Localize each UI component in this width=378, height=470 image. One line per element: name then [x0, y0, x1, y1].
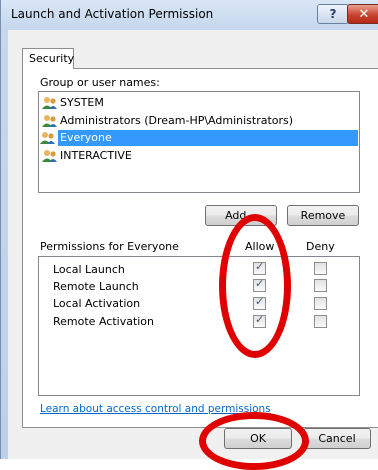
close-button[interactable]: ✕ [347, 4, 378, 24]
list-item-label: INTERACTIVE [60, 149, 132, 162]
users-icon [40, 131, 56, 145]
permission-remote-activation: Remote Activation [53, 315, 155, 328]
remove-button[interactable]: Remove [287, 205, 359, 226]
permission-remote-launch: Remote Launch [53, 280, 139, 293]
list-item-label: SYSTEM [60, 96, 104, 109]
list-item-system[interactable]: SYSTEM [40, 95, 358, 111]
tab-security[interactable]: Security [22, 48, 74, 69]
users-icon [42, 149, 58, 163]
allow-column-highlight [219, 214, 291, 358]
list-item-administrators[interactable]: Administrators (Dream-HP\Administrators) [40, 113, 358, 129]
help-button[interactable]: ? [317, 4, 349, 24]
list-item-interactive[interactable]: INTERACTIVE [40, 148, 358, 164]
deny-checkbox-local-activation[interactable] [314, 297, 327, 310]
title-bar: Launch and Activation Permission ? ✕ [1, 0, 378, 28]
list-item-label: Administrators (Dream-HP\Administrators) [60, 114, 294, 127]
permissions-list: Local Launch Remote Launch Local Activat… [38, 256, 360, 396]
cancel-button[interactable]: Cancel [303, 428, 371, 449]
permission-local-activation: Local Activation [53, 297, 141, 310]
window-title: Launch and Activation Permission [11, 7, 214, 21]
users-icon [42, 114, 58, 128]
group-user-list[interactable]: SYSTEM Administrators (Dream-HP\Administ… [38, 91, 360, 193]
tab-security-label: Security [29, 52, 75, 65]
deny-column-header: Deny [306, 240, 335, 253]
list-item-label: Everyone [60, 131, 112, 144]
deny-checkbox-remote-activation[interactable] [314, 315, 327, 328]
deny-checkbox-remote-launch[interactable] [314, 279, 327, 292]
group-list-label: Group or user names: [40, 76, 160, 89]
users-icon [42, 96, 58, 110]
permissions-label: Permissions for Everyone [40, 240, 179, 253]
deny-checkbox-local-launch[interactable] [314, 262, 327, 275]
permission-local-launch: Local Launch [53, 263, 125, 276]
ok-button-highlight [199, 412, 309, 470]
list-item-everyone[interactable]: Everyone [40, 130, 358, 146]
